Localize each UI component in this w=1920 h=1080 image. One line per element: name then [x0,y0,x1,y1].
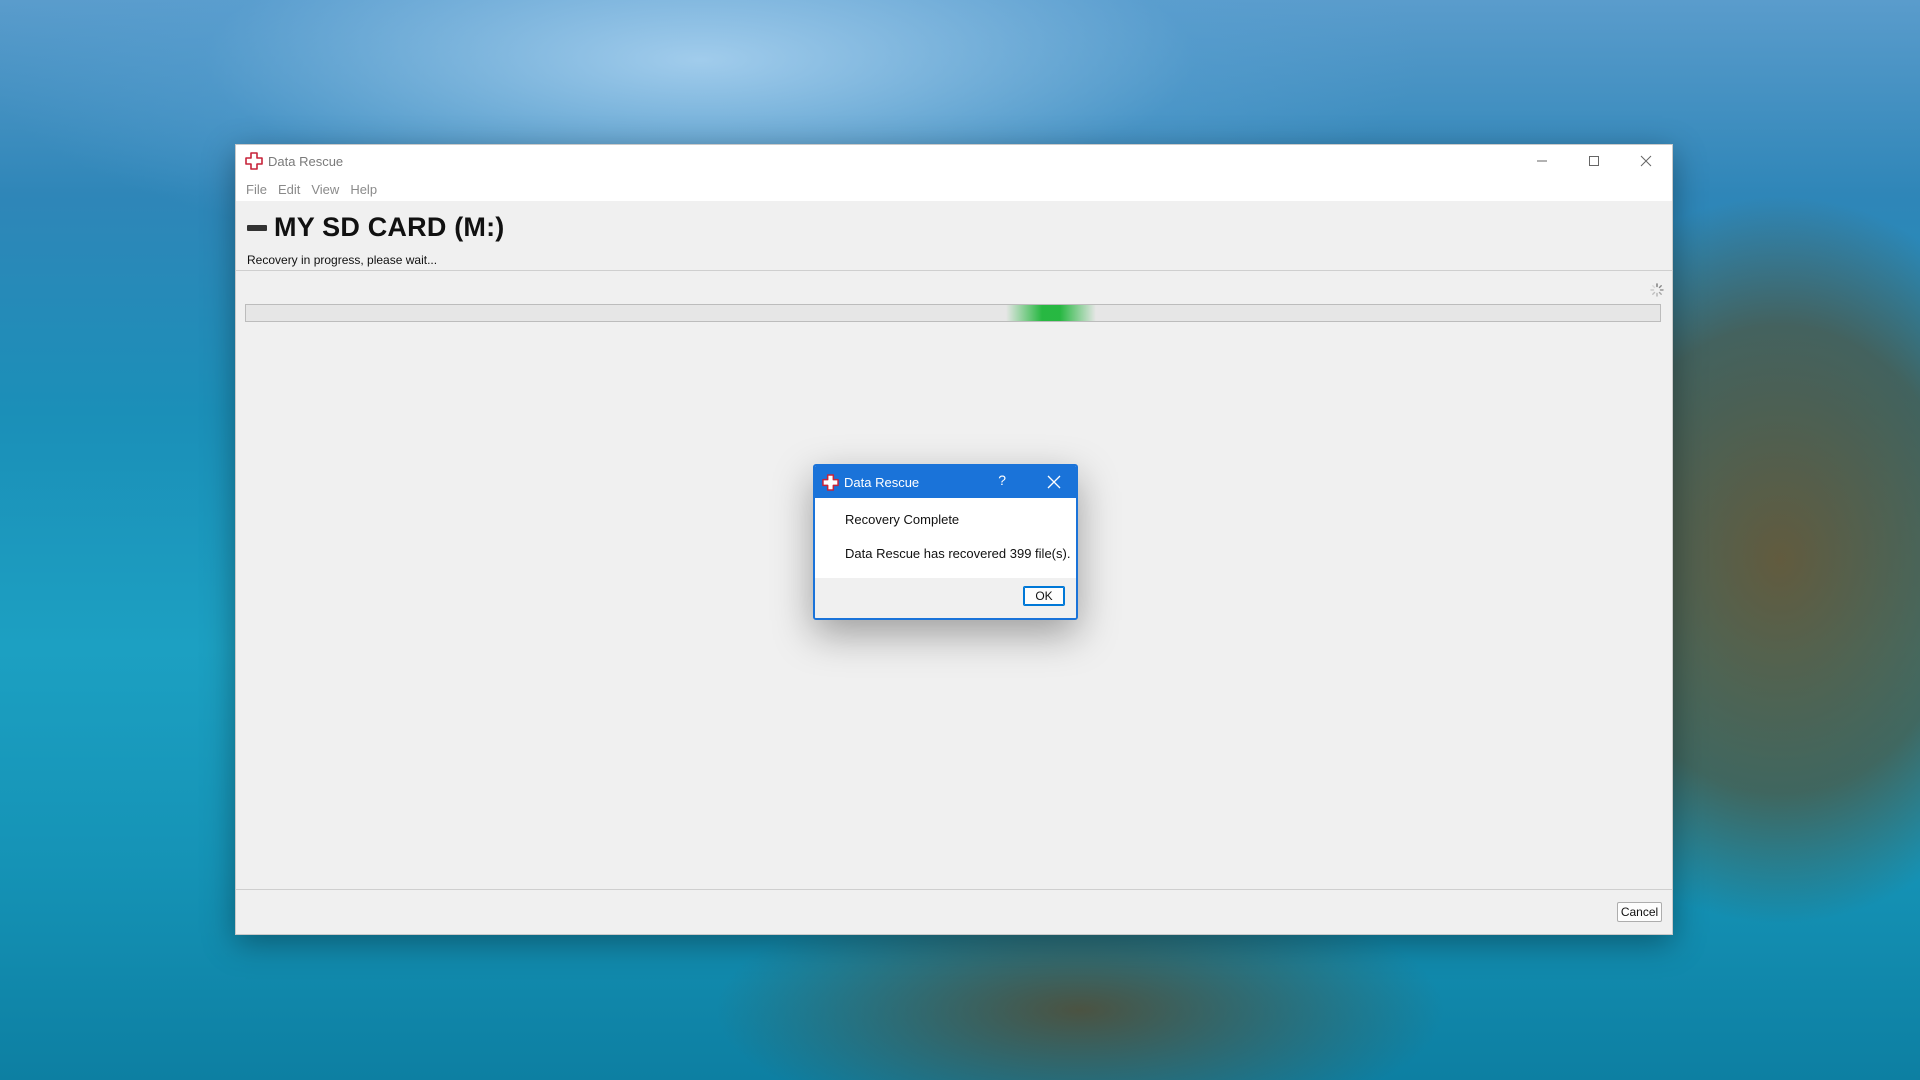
menu-view[interactable]: View [306,182,344,197]
menu-edit[interactable]: Edit [273,182,305,197]
data-rescue-cross-icon [245,152,263,170]
drive-row: MY SD CARD (M:) [247,212,504,243]
dialog-title-bar[interactable]: Data Rescue ? [815,466,1076,498]
spinner-icon [1650,283,1664,297]
menu-bar: File Edit View Help [236,177,1672,201]
status-text: Recovery in progress, please wait... [247,253,438,267]
progress-bar [245,304,1661,322]
progress-indicator [1006,305,1096,321]
footer-bar: Cancel [236,889,1672,934]
dialog-message: Data Rescue has recovered 399 file(s). [845,546,1071,561]
menu-help[interactable]: Help [345,182,382,197]
dialog-body: Recovery Complete Data Rescue has recove… [815,512,1076,561]
drive-icon [247,224,267,231]
help-button[interactable]: ? [998,472,1006,488]
close-icon [1640,155,1652,167]
close-button[interactable] [1620,145,1672,177]
close-icon[interactable] [1046,474,1062,490]
window-title: Data Rescue [268,153,344,169]
dialog-footer: OK [815,578,1076,618]
title-bar[interactable]: Data Rescue [236,145,1672,177]
drive-header: MY SD CARD (M:) Recovery in progress, pl… [236,201,1672,271]
drive-title: MY SD CARD (M:) [274,212,505,242]
dialog-heading: Recovery Complete [845,512,960,527]
cancel-button[interactable]: Cancel [1617,902,1662,922]
dialog-title: Data Rescue [844,474,920,490]
minimize-icon [1537,160,1547,162]
maximize-icon [1589,156,1599,166]
data-rescue-cross-icon [822,473,839,491]
maximize-button[interactable] [1568,145,1620,177]
minimize-button[interactable] [1516,145,1568,177]
recovery-complete-dialog: Data Rescue ? Recovery Complete Data Res… [813,464,1078,620]
menu-file[interactable]: File [241,182,272,197]
ok-button[interactable]: OK [1023,586,1065,606]
window-controls [1516,145,1672,177]
